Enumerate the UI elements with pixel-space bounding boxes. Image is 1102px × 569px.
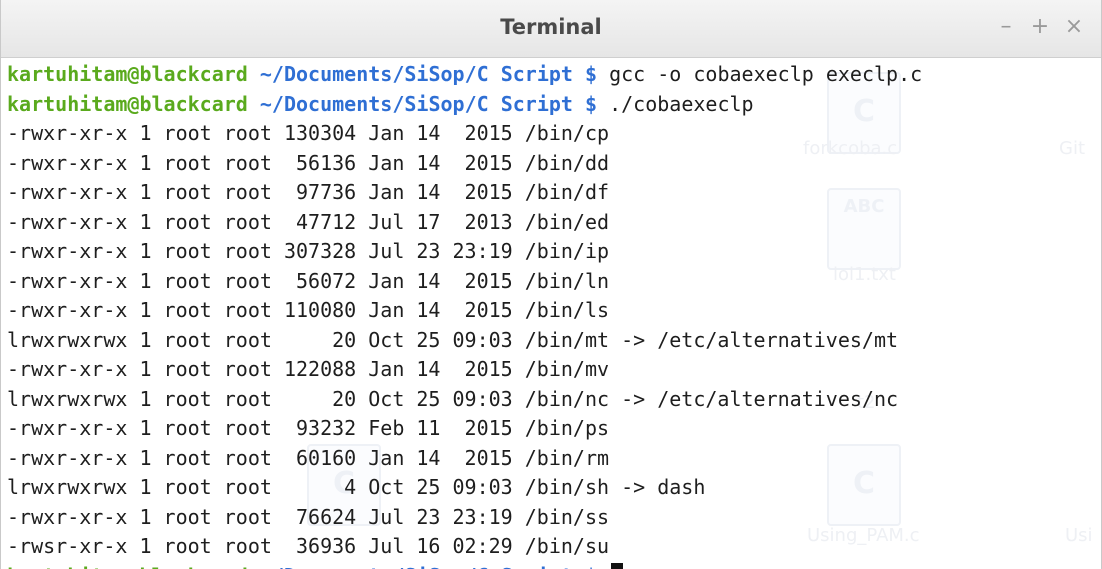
prompt-line: kartuhitam@blackcard ~/Documents/SiSop/C…	[7, 562, 922, 569]
terminal-area[interactable]: C forkcoba.c Git ABC lol1.txt t2 C C Usi…	[7, 60, 1101, 569]
output-line: lrwxrwxrwx 1 root root 20 Oct 25 09:03 /…	[7, 327, 899, 352]
output-line: -rwxr-xr-x 1 root root 130304 Jan 14 201…	[7, 121, 610, 145]
output-line: -rwxr-xr-x 1 root root 47712 Jul 17 2013…	[7, 209, 610, 234]
output-line: -rwxr-xr-x 1 root root 56072 Jan 14 2015…	[7, 268, 610, 293]
command-text: gcc -o cobaexeclp execlp.c	[609, 62, 923, 86]
maximize-button[interactable]: +	[1023, 12, 1057, 42]
window-controls: – + ×	[989, 12, 1091, 42]
output-line: -rwxr-xr-x 1 root root 122088 Jan 14 201…	[7, 357, 610, 381]
terminal-window: Terminal – + × C forkcoba.c Git ABC lol1…	[0, 0, 1102, 569]
output-line: -rwxr-xr-x 1 root root 110080 Jan 14 201…	[7, 298, 610, 322]
desktop-label: Usi	[1065, 525, 1093, 546]
window-title: Terminal	[500, 15, 602, 39]
prompt-line: kartuhitam@blackcard ~/Documents/SiSop/C…	[7, 62, 923, 86]
close-button[interactable]: ×	[1057, 12, 1091, 42]
output-line: -rwxr-xr-x 1 root root 60160 Jan 14 2015…	[7, 445, 610, 470]
output-line: -rwxr-xr-x 1 root root 76624 Jul 23 23:1…	[7, 504, 610, 529]
output-line: lrwxrwxrwx 1 root root 20 Oct 25 09:03 /…	[7, 386, 899, 411]
output-line: -rwxr-xr-x 1 root root 56136 Jan 14 2015…	[7, 150, 610, 175]
minimize-button[interactable]: –	[989, 12, 1023, 42]
output-line: lrwxrwxrwx 1 root root 4 Oct 25 09:03 /b…	[7, 475, 706, 499]
desktop-label: Git	[1059, 138, 1086, 159]
command-text: ./cobaexeclp	[609, 91, 754, 116]
prompt-line: kartuhitam@blackcard ~/Documents/SiSop/C…	[7, 91, 754, 116]
output-line: -rwxr-xr-x 1 root root 97736 Jan 14 2015…	[7, 180, 610, 204]
title-bar[interactable]: Terminal – + ×	[1, 0, 1101, 58]
output-line: -rwxr-xr-x 1 root root 307328 Jul 23 23:…	[7, 239, 610, 263]
output-line: -rwsr-xr-x 1 root root 36936 Jul 16 02:2…	[7, 534, 610, 558]
output-line: -rwxr-xr-x 1 root root 93232 Feb 11 2015…	[7, 416, 610, 440]
terminal-output: kartuhitam@blackcard ~/Documents/SiSop/C…	[7, 60, 922, 569]
text-cursor	[611, 562, 624, 569]
